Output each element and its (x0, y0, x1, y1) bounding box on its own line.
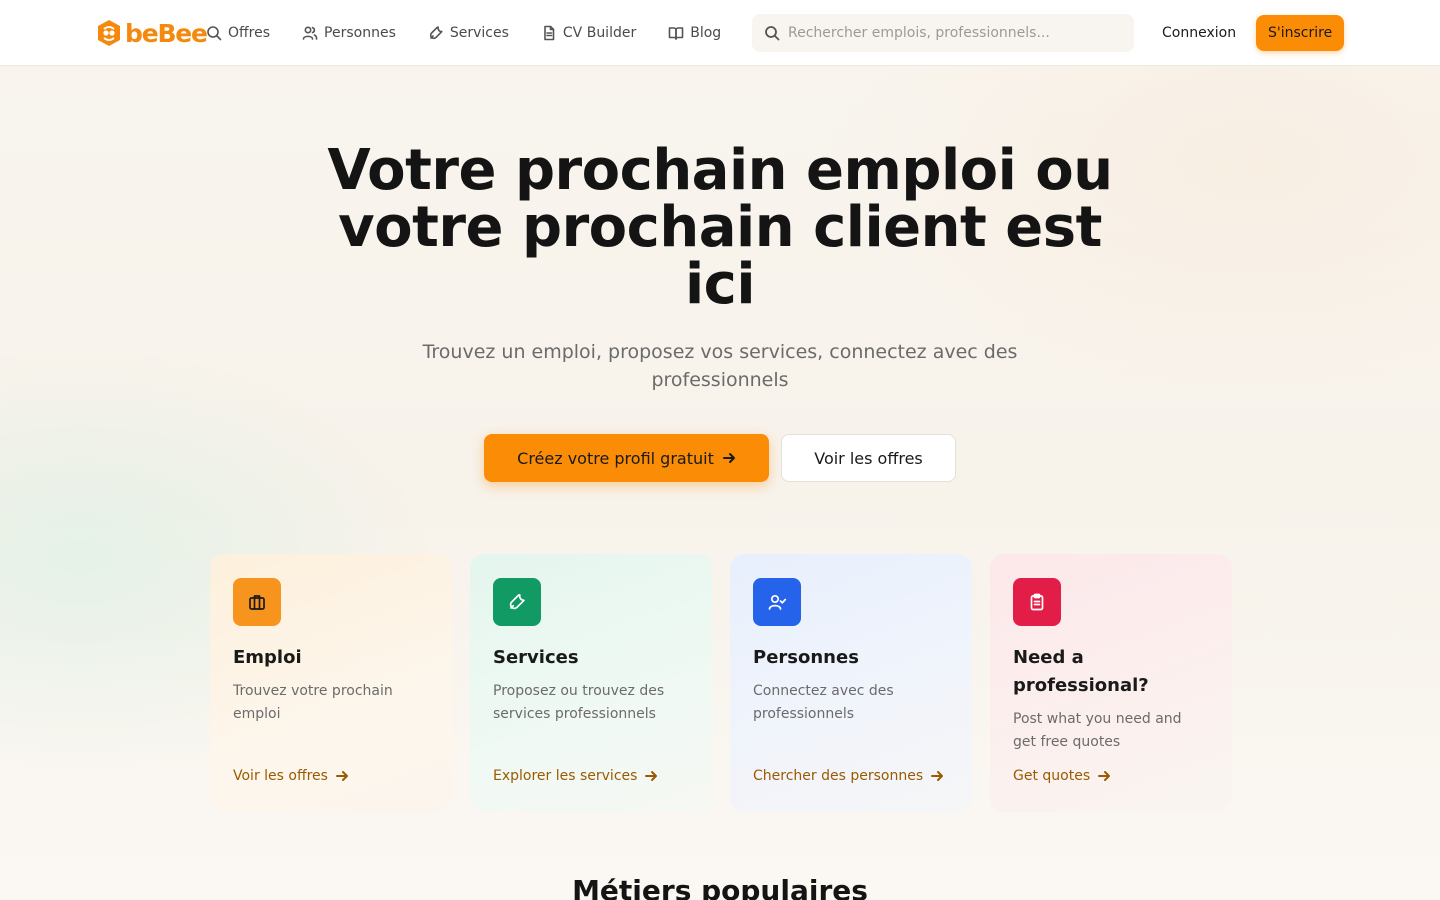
nav-item-label: Services (449, 25, 509, 41)
arrow-right-icon (1098, 771, 1111, 781)
card-icon-badge (753, 578, 801, 626)
nav-item-cv-builder[interactable]: CV Builder (541, 25, 636, 41)
brand-name: beBee (125, 18, 208, 48)
card-description: Proposez ou trouvez des services profess… (493, 683, 665, 722)
card-link-quotes[interactable]: Get quotes (1013, 768, 1111, 784)
card-icon-badge (1013, 578, 1061, 626)
card-title: Services (493, 647, 579, 668)
nav-item-personnes[interactable]: Personnes (302, 25, 396, 41)
card-services[interactable]: Services Proposez ou trouvez des service… (470, 554, 712, 812)
card-emploi[interactable]: Emploi Trouvez votre prochain emploi Voi… (210, 554, 452, 812)
hero-title: Votre prochain emploi ou votre prochain … (327, 138, 1113, 317)
signup-button[interactable]: S'inscrire (1256, 15, 1345, 51)
hero-subtitle: Trouvez un emploi, proposez vos services… (422, 341, 1018, 391)
create-profile-button[interactable]: Créez votre profil gratuit (484, 434, 769, 482)
arrow-right-icon (931, 771, 944, 781)
card-link-label: Voir les offres (233, 768, 328, 784)
create-profile-label: Créez votre profil gratuit (517, 448, 714, 468)
card-icon-badge (493, 578, 541, 626)
document-icon (544, 25, 555, 41)
wrench-icon (509, 594, 525, 610)
view-offers-button[interactable]: Voir les offres (781, 434, 956, 482)
nav-item-blog[interactable]: Blog (668, 25, 721, 41)
users-icon (302, 26, 318, 40)
card-link-services[interactable]: Explorer les services (493, 768, 658, 784)
nav-item-offres[interactable]: Offres (206, 25, 270, 41)
clipboard-icon (1030, 593, 1044, 611)
search-icon (765, 26, 780, 41)
arrow-right-icon (645, 771, 658, 781)
card-link-label: Explorer les services (493, 768, 638, 784)
book-icon (668, 27, 684, 40)
card-link-personnes[interactable]: Chercher des personnes (753, 768, 944, 784)
top-header: beBee Offres Personnes Services CV Build… (0, 0, 1440, 66)
search-icon (207, 26, 222, 41)
popular-jobs-title: Métiers populaires (572, 874, 868, 900)
arrow-right-icon (722, 453, 735, 463)
wrench-icon (429, 26, 443, 40)
nav-item-label: Blog (690, 25, 722, 41)
card-link-label: Get quotes (1013, 768, 1091, 784)
card-title: Need a professional? (1013, 647, 1149, 696)
arrow-right-icon (335, 771, 348, 781)
search-bar[interactable] (752, 14, 1134, 52)
briefcase-icon (249, 595, 265, 610)
nav-item-services[interactable]: Services (428, 25, 509, 41)
nav-item-label: Personnes (324, 25, 396, 41)
card-title: Emploi (233, 647, 302, 668)
nav-item-label: Offres (228, 25, 271, 41)
bee-hexagon-logo-icon (98, 20, 120, 46)
card-description: Trouvez votre prochain emploi (233, 683, 393, 722)
bebee-logo[interactable]: beBee (95, 17, 208, 49)
search-input[interactable] (788, 25, 1118, 41)
user-check-icon (768, 594, 787, 610)
card-need-professional[interactable]: Need a professional? Post what you need … (990, 554, 1232, 812)
nav-item-label: CV Builder (562, 25, 637, 41)
card-icon-badge (233, 578, 281, 626)
card-link-label: Chercher des personnes (753, 768, 924, 784)
card-description: Connectez avec des professionnels (753, 683, 894, 722)
card-personnes[interactable]: Personnes Connectez avec des professionn… (730, 554, 972, 812)
main-nav: Offres Personnes Services CV Builder Blo… (206, 0, 753, 66)
card-link-offres[interactable]: Voir les offres (233, 768, 349, 784)
card-description: Post what you need and get free quotes (1013, 711, 1182, 750)
card-title: Personnes (753, 647, 859, 668)
login-button[interactable]: Connexion (1150, 18, 1248, 48)
